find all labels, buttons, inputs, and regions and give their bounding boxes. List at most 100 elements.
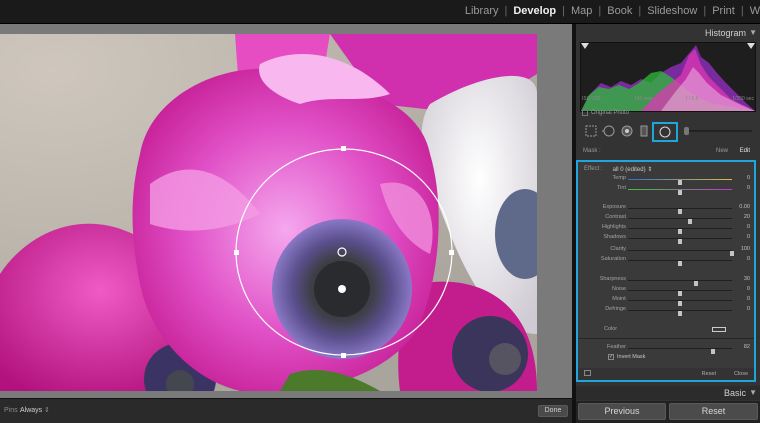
saturation-value[interactable]: 0 xyxy=(747,256,750,262)
panel-reset-button[interactable]: Reset xyxy=(702,371,716,377)
highlights-track[interactable] xyxy=(628,228,732,234)
noise-slider: Noise 0 xyxy=(582,286,752,296)
module-develop[interactable]: Develop xyxy=(513,5,556,17)
moir-value[interactable]: 0 xyxy=(747,296,750,302)
feather-slider: Feather 82 xyxy=(582,344,752,354)
effect-preset-select[interactable]: all 0 (edited) ⇕ xyxy=(613,166,653,173)
photo-preview[interactable] xyxy=(0,34,537,391)
original-photo-toggle[interactable]: Original Photo xyxy=(582,110,629,116)
temp-value[interactable]: 0 xyxy=(747,175,750,181)
tool-slider[interactable] xyxy=(686,130,752,132)
tint-label: Tint xyxy=(617,185,626,191)
noise-value[interactable]: 0 xyxy=(747,286,750,292)
clarity-track[interactable] xyxy=(628,250,734,256)
expand-triangle-icon[interactable]: ▼ xyxy=(749,388,757,397)
module-separator: | xyxy=(598,5,602,17)
feather-track[interactable] xyxy=(628,348,732,354)
checkbox[interactable] xyxy=(582,110,588,116)
module-separator: | xyxy=(562,5,565,17)
module-slideshow[interactable]: Slideshow xyxy=(647,5,697,17)
aperture: f / 5.6 xyxy=(685,96,699,102)
color-swatch[interactable] xyxy=(712,327,726,332)
sharpness-track[interactable] xyxy=(628,280,732,286)
defringe-knob[interactable] xyxy=(678,311,682,316)
shadows-label: Shadows xyxy=(603,234,626,240)
mask-new-button[interactable]: New xyxy=(716,148,728,154)
panel-switch-icon[interactable] xyxy=(584,370,591,376)
clarity-label: Clarity xyxy=(610,246,626,252)
sharpness-value[interactable]: 30 xyxy=(744,276,750,282)
radial-filter-adjustments: Effect : all 0 (edited) ⇕ Temp 0 Tint 0 Expo… xyxy=(576,160,756,382)
pins-label: Pins : xyxy=(4,407,22,414)
module-separator: | xyxy=(638,5,642,17)
defringe-value[interactable]: 0 xyxy=(747,306,750,312)
focal-length: 140 mm xyxy=(634,96,653,102)
done-button[interactable]: Done xyxy=(538,405,568,417)
iso-value: ISO 200 xyxy=(582,96,601,102)
panel-close-button[interactable]: Close xyxy=(734,371,748,377)
exposure-track[interactable] xyxy=(628,208,732,214)
sharpness-label: Sharpness xyxy=(599,276,626,282)
chevron-updown-icon[interactable]: ⇕ xyxy=(44,406,50,414)
highlights-slider: Highlights 0 xyxy=(582,224,752,234)
saturation-knob[interactable] xyxy=(678,261,682,266)
bottom-buttons: Previous Reset xyxy=(576,401,760,423)
module-print[interactable]: Print xyxy=(712,5,735,17)
module-separator: | xyxy=(504,5,508,17)
tint-knob[interactable] xyxy=(678,190,682,195)
moir-slider: Moiré 0 xyxy=(582,296,752,306)
crop-icon[interactable] xyxy=(584,124,598,138)
noise-label: Noise xyxy=(611,286,626,292)
tint-value[interactable]: 0 xyxy=(747,185,750,191)
checkbox-checked[interactable]: ✓ xyxy=(608,354,614,360)
graduated-filter-icon[interactable] xyxy=(638,124,652,138)
spot-removal-icon[interactable] xyxy=(602,124,616,138)
image-canvas[interactable] xyxy=(0,24,572,398)
collapse-triangle-icon[interactable]: ▼ xyxy=(749,28,757,37)
contrast-label: Contrast xyxy=(605,214,626,220)
mask-edit-button[interactable]: Edit xyxy=(740,148,750,154)
defringe-track[interactable] xyxy=(628,310,732,316)
exposure-label: Exposure xyxy=(602,204,626,210)
contrast-value[interactable]: 20 xyxy=(744,214,750,220)
basic-title[interactable]: Basic xyxy=(724,388,746,398)
contrast-track[interactable] xyxy=(628,218,732,224)
noise-track[interactable] xyxy=(628,290,732,296)
red-eye-icon[interactable] xyxy=(620,124,634,138)
shadows-knob[interactable] xyxy=(678,239,682,244)
invert-mask-label: Invert Mask xyxy=(617,354,646,360)
tint-track[interactable] xyxy=(628,189,732,195)
radial-filter-icon xyxy=(659,126,671,138)
module-book[interactable]: Book xyxy=(607,5,632,17)
previous-button[interactable]: Previous xyxy=(578,403,666,420)
reset-button[interactable]: Reset xyxy=(669,403,758,420)
feather-value[interactable]: 82 xyxy=(744,344,750,350)
temp-slider: Temp 0 xyxy=(582,175,752,185)
temp-track[interactable] xyxy=(628,179,732,185)
shadows-value[interactable]: 0 xyxy=(747,234,750,240)
invert-mask-toggle[interactable]: ✓ Invert Mask xyxy=(608,354,645,360)
highlights-value[interactable]: 0 xyxy=(747,224,750,230)
clarity-slider: Clarity 100 xyxy=(582,246,752,256)
saturation-track[interactable] xyxy=(628,260,732,266)
shadows-slider: Shadows 0 xyxy=(582,234,752,244)
color-label: Color xyxy=(604,326,618,332)
sharpness-slider: Sharpness 30 xyxy=(582,276,752,286)
saturation-label: Saturation xyxy=(600,256,626,262)
module-bar: Library | Develop | Map | Book | Slidesh… xyxy=(0,0,760,24)
canvas-toolbar: Pins : Always ⇕ Done xyxy=(0,398,572,423)
histogram-title[interactable]: Histogram xyxy=(705,28,746,38)
module-library[interactable]: Library xyxy=(465,5,499,17)
module-web[interactable]: We xyxy=(750,5,760,17)
moir-track[interactable] xyxy=(628,300,732,306)
shadows-track[interactable] xyxy=(628,238,732,244)
saturation-slider: Saturation 0 xyxy=(582,256,752,266)
pins-select[interactable]: Always xyxy=(20,407,42,414)
feather-knob[interactable] xyxy=(711,349,716,354)
tool-slider-knob[interactable] xyxy=(684,127,689,135)
radial-filter-tool[interactable] xyxy=(652,122,678,142)
module-map[interactable]: Map xyxy=(571,5,592,17)
basic-panel-header[interactable]: Basic ▼ xyxy=(576,386,760,400)
clarity-value[interactable]: 100 xyxy=(741,246,750,252)
exposure-value[interactable]: 0.00 xyxy=(739,204,750,210)
